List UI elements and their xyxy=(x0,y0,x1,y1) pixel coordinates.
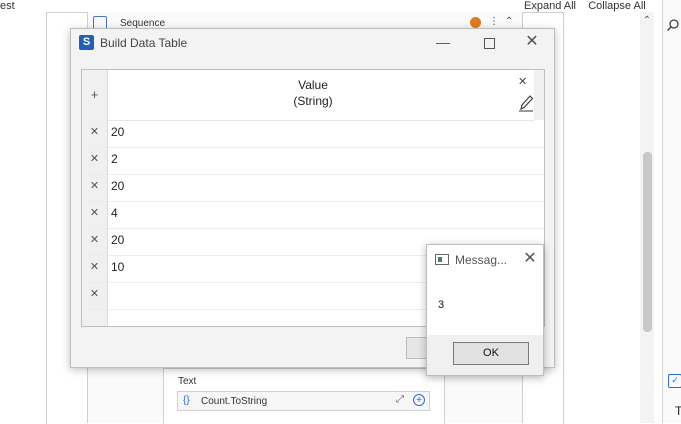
expand-editor-icon[interactable]: ⤢ xyxy=(396,394,404,405)
add-column-icon[interactable]: + xyxy=(82,87,107,102)
message-box-titlebar[interactable]: Messag... ✕ xyxy=(427,245,543,275)
tab-label: est xyxy=(0,0,15,12)
maximize-icon[interactable] xyxy=(479,33,499,53)
grid-scrollbar[interactable] xyxy=(534,70,544,120)
delete-row-icon[interactable]: ✕ xyxy=(82,147,107,174)
column-header[interactable]: Value (String) ✕ xyxy=(108,70,534,121)
delete-column-icon[interactable]: ✕ xyxy=(518,75,527,88)
expand-all-link[interactable]: Expand All xyxy=(524,0,576,12)
delete-row-icon[interactable]: ✕ xyxy=(82,201,107,228)
cell-value[interactable]: 20 xyxy=(111,174,124,198)
message-box: Messag... ✕ 3 OK xyxy=(426,244,544,376)
warning-icon[interactable] xyxy=(470,17,481,28)
column-type: (String) xyxy=(293,94,333,108)
text-expression-value: Count.ToString xyxy=(201,396,268,407)
delete-row-icon[interactable]: ✕ xyxy=(82,120,107,147)
collapse-all-link[interactable]: Collapse All xyxy=(588,0,645,12)
cell-value[interactable]: 20 xyxy=(111,228,124,252)
search-icon[interactable] xyxy=(666,18,680,32)
studio-logo-icon: S xyxy=(79,35,94,50)
cell-value[interactable]: 4 xyxy=(111,201,118,225)
message-box-title: Messag... xyxy=(455,253,508,267)
delete-row-icon[interactable]: ✕ xyxy=(82,228,107,255)
ok-button[interactable]: OK xyxy=(453,342,529,365)
close-icon[interactable]: ✕ xyxy=(522,33,542,53)
checkbox-icon[interactable]: ✓ xyxy=(668,374,681,388)
expand-collapse-bar: Expand All Collapse All xyxy=(524,0,646,12)
panel-letter: T xyxy=(675,404,681,418)
delete-row-icon[interactable]: ✕ xyxy=(82,174,107,201)
delete-row-icon[interactable]: ✕ xyxy=(82,255,107,282)
text-property-label: Text xyxy=(178,376,197,387)
more-options-icon[interactable]: ⋮ xyxy=(489,16,499,27)
scroll-up-icon[interactable]: ⌃ xyxy=(640,13,654,29)
cell-value[interactable]: 2 xyxy=(111,147,118,171)
delete-row-icon[interactable]: ✕ xyxy=(82,282,107,309)
expression-braces-icon: {} xyxy=(183,395,190,406)
table-row[interactable]: ✕ 20 xyxy=(82,120,544,148)
message-text: 3 xyxy=(438,299,445,311)
add-icon[interactable]: + xyxy=(413,394,425,406)
edit-column-icon[interactable] xyxy=(518,94,534,112)
cell-value[interactable]: 10 xyxy=(111,255,124,279)
window-icon xyxy=(435,254,449,265)
table-row[interactable]: ✕ 2 xyxy=(82,147,544,175)
column-name: Value xyxy=(298,78,328,92)
table-row[interactable]: ✕ 4 xyxy=(82,201,544,229)
collapse-icon[interactable]: ⌃ xyxy=(505,16,513,27)
minimize-icon[interactable]: — xyxy=(433,33,453,53)
cell-value[interactable]: 20 xyxy=(111,120,124,144)
message-box-body: 3 xyxy=(427,275,543,335)
scrollbar-thumb[interactable] xyxy=(643,152,652,332)
right-side-panel xyxy=(663,0,681,423)
close-icon[interactable]: ✕ xyxy=(521,250,539,268)
table-row[interactable]: ✕ 20 xyxy=(82,174,544,202)
dialog-titlebar[interactable]: S Build Data Table — ✕ xyxy=(71,29,554,57)
dialog-title: Build Data Table xyxy=(100,36,188,50)
